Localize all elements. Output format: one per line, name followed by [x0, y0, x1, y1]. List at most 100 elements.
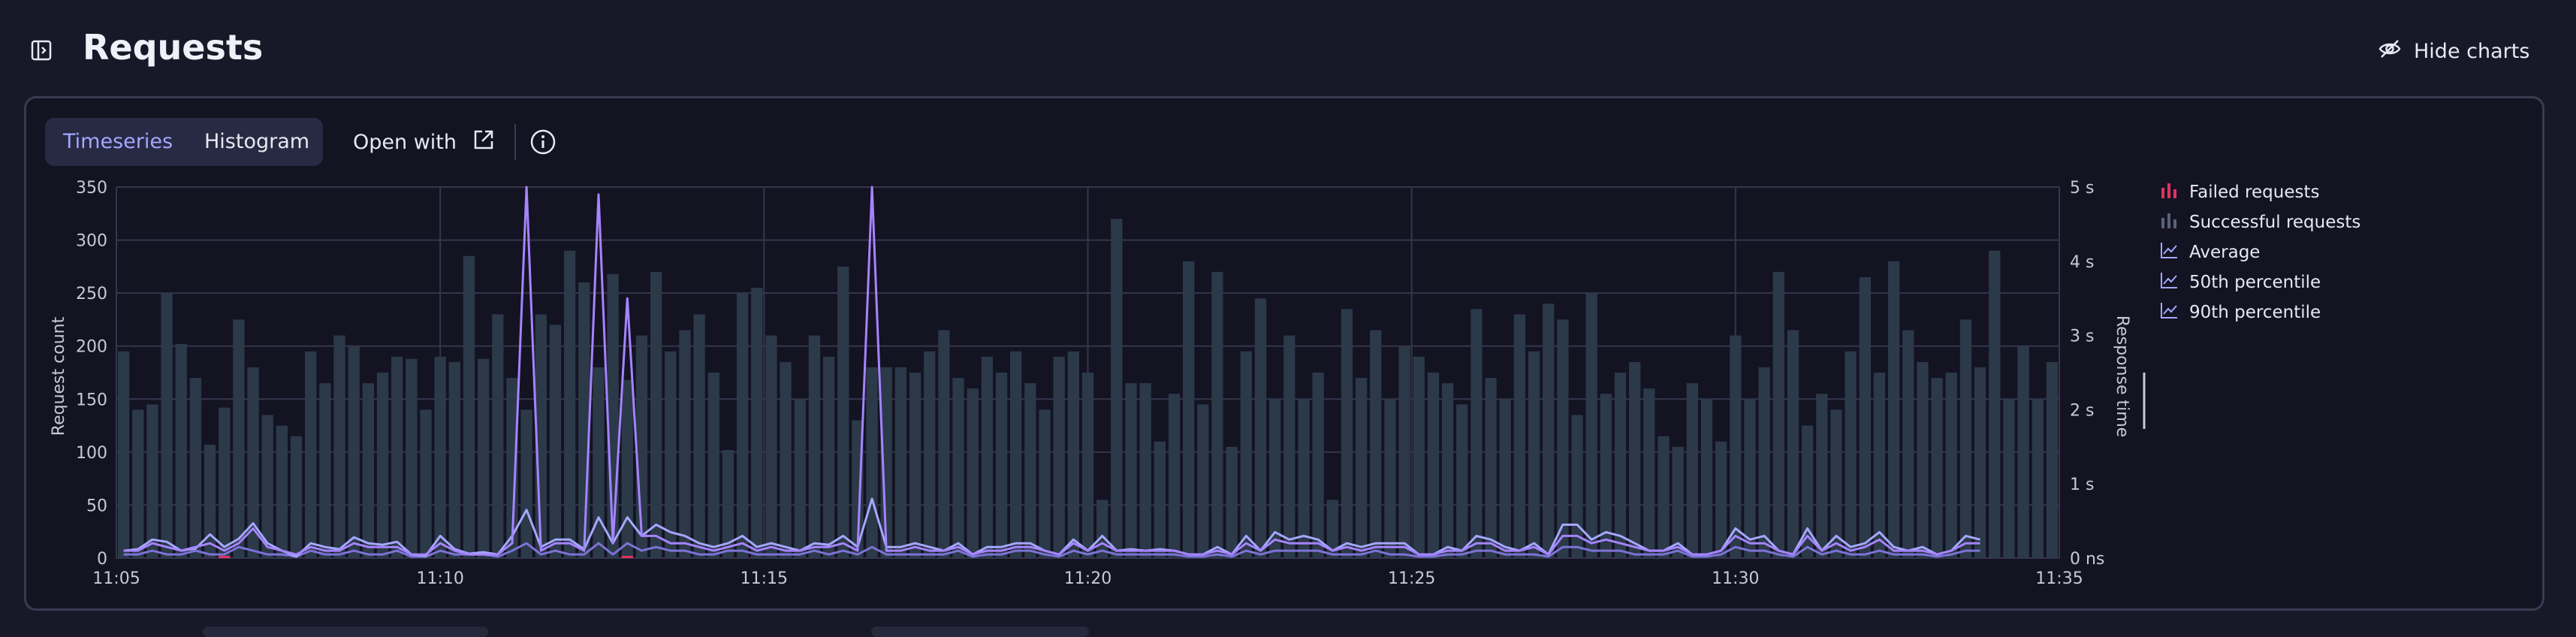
bar-successful-requests [219, 407, 231, 558]
x-axis-tick-label: 11:20 [1064, 569, 1112, 588]
bar-successful-requests [736, 293, 749, 558]
bar-successful-requests [808, 335, 821, 558]
x-axis-tick-label: 11:15 [741, 569, 788, 588]
bar-successful-requests [1758, 367, 1770, 558]
bar-successful-requests [549, 325, 562, 558]
bar-successful-requests [1024, 383, 1036, 558]
bar-successful-requests [751, 288, 763, 558]
bar-successful-requests [1730, 335, 1742, 558]
left-axis-ticks: 0 50 100 150 200 250 300 350 [76, 179, 107, 569]
bar-successful-requests [1168, 394, 1181, 558]
bar-successful-requests [1470, 309, 1483, 558]
left-axis-tick-label: 350 [76, 179, 107, 198]
requests-timeseries-chart[interactable]: 0 50 100 150 200 250 300 350 0 ns 1 s 2 s 3 s 4 s 5 … [26, 98, 2542, 609]
bar-successful-requests [391, 356, 403, 558]
bar-successful-requests [822, 356, 835, 558]
bar-successful-requests [593, 367, 605, 558]
left-axis-tick-label: 250 [76, 285, 107, 303]
left-axis-title: Request count [50, 316, 68, 436]
bar-successful-requests [1053, 356, 1065, 558]
left-axis-tick-label: 50 [86, 497, 107, 515]
bar-successful-requests [995, 373, 1008, 558]
x-axis-tick-label: 11:25 [1388, 569, 1435, 588]
bar-successful-requests [1341, 309, 1353, 558]
right-axis-title: Response time [2113, 315, 2131, 437]
sidebar-toggle-icon[interactable] [30, 39, 53, 62]
bar-successful-requests [477, 358, 490, 558]
left-axis-tick-label: 200 [76, 338, 107, 357]
right-axis-tick-label: 3 s [2070, 328, 2094, 346]
bar-successful-requests [1959, 319, 1972, 558]
bar-successful-requests [1887, 261, 1900, 558]
bar-successful-requests [348, 346, 360, 558]
bar-successful-requests [1010, 351, 1022, 558]
bar-successful-requests [1989, 250, 2001, 558]
bar-successful-requests [1211, 271, 1223, 558]
bar-successful-requests [1585, 293, 1597, 558]
bar-successful-requests [866, 367, 878, 558]
bar-successful-requests [780, 361, 792, 558]
bar-successful-requests [894, 367, 907, 558]
bar-failed-requests [621, 556, 633, 558]
bar-successful-requests [665, 351, 677, 558]
bar-successful-requests [1859, 276, 1871, 558]
requests-chart-card: Timeseries Histogram Open with Failed re… [24, 96, 2544, 611]
bar-successful-requests [794, 399, 806, 558]
bar-successful-requests [290, 436, 303, 558]
x-axis-tick-label: 11:10 [416, 569, 463, 588]
bar-successful-requests [765, 335, 777, 558]
bar-successful-requests [1816, 394, 1828, 558]
bar-successful-requests [1700, 399, 1713, 558]
bar-successful-requests [1154, 441, 1166, 558]
left-axis-tick-label: 0 [97, 550, 107, 569]
bar-successful-requests [1139, 383, 1151, 558]
bar-successful-requests [1096, 500, 1109, 558]
bar-successful-requests [189, 378, 202, 558]
bar-successful-requests [924, 351, 936, 558]
hide-charts-button[interactable]: Hide charts [2378, 33, 2529, 69]
footer-control-placeholder [871, 626, 1089, 637]
bar-successful-requests [1629, 361, 1641, 558]
bar-successful-requests [607, 273, 619, 558]
right-axis-tick-label: 2 s [2070, 401, 2094, 420]
right-axis-ticks: 0 ns 1 s 2 s 3 s 4 s 5 s [2070, 179, 2104, 569]
bar-successful-requests [981, 356, 994, 558]
left-axis-tick-label: 100 [76, 444, 107, 463]
bar-successful-requests [319, 383, 331, 558]
bar-successful-requests [520, 409, 532, 558]
page-title: Requests [83, 27, 264, 68]
bar-successful-requests [1931, 378, 1943, 558]
bar-successful-requests [492, 314, 504, 558]
x-axis-tick-label: 11:35 [2035, 569, 2083, 588]
bar-successful-requests [1744, 399, 1756, 558]
bar-successful-requests [1067, 351, 1080, 558]
bar-successful-requests [2003, 399, 2015, 558]
page-header: Requests Hide charts [0, 0, 2576, 98]
bar-successful-requests [1787, 330, 1799, 558]
bar-successful-requests [146, 404, 158, 558]
bar-successful-requests [1182, 261, 1195, 558]
bar-successful-requests [1557, 319, 1569, 558]
bar-successful-requests [1672, 446, 1684, 558]
bar-successful-requests [1873, 373, 1886, 558]
bar-successful-requests [578, 282, 590, 558]
bar-successful-requests [1081, 373, 1094, 558]
bar-successful-requests [1456, 404, 1468, 558]
bar-successful-requests [362, 383, 375, 558]
bar-successful-requests [132, 409, 144, 558]
bar-successful-requests [1039, 409, 1051, 558]
bar-successful-requests [1384, 399, 1396, 558]
bar-successful-requests [1254, 298, 1267, 558]
bar-successful-requests [233, 319, 245, 558]
bar-successful-requests [679, 330, 691, 558]
bar-successful-requests [707, 373, 719, 558]
bar-successful-requests [1801, 425, 1814, 558]
bar-successful-requests [2017, 346, 2029, 558]
bar-successful-requests [1355, 378, 1368, 558]
bar-successful-requests [376, 373, 389, 558]
bar-successful-requests [204, 444, 216, 558]
footer-control-placeholder [203, 626, 488, 637]
bar-successful-requests [2032, 399, 2044, 558]
bar-successful-requests [175, 343, 187, 558]
bar-successful-requests [276, 425, 288, 558]
